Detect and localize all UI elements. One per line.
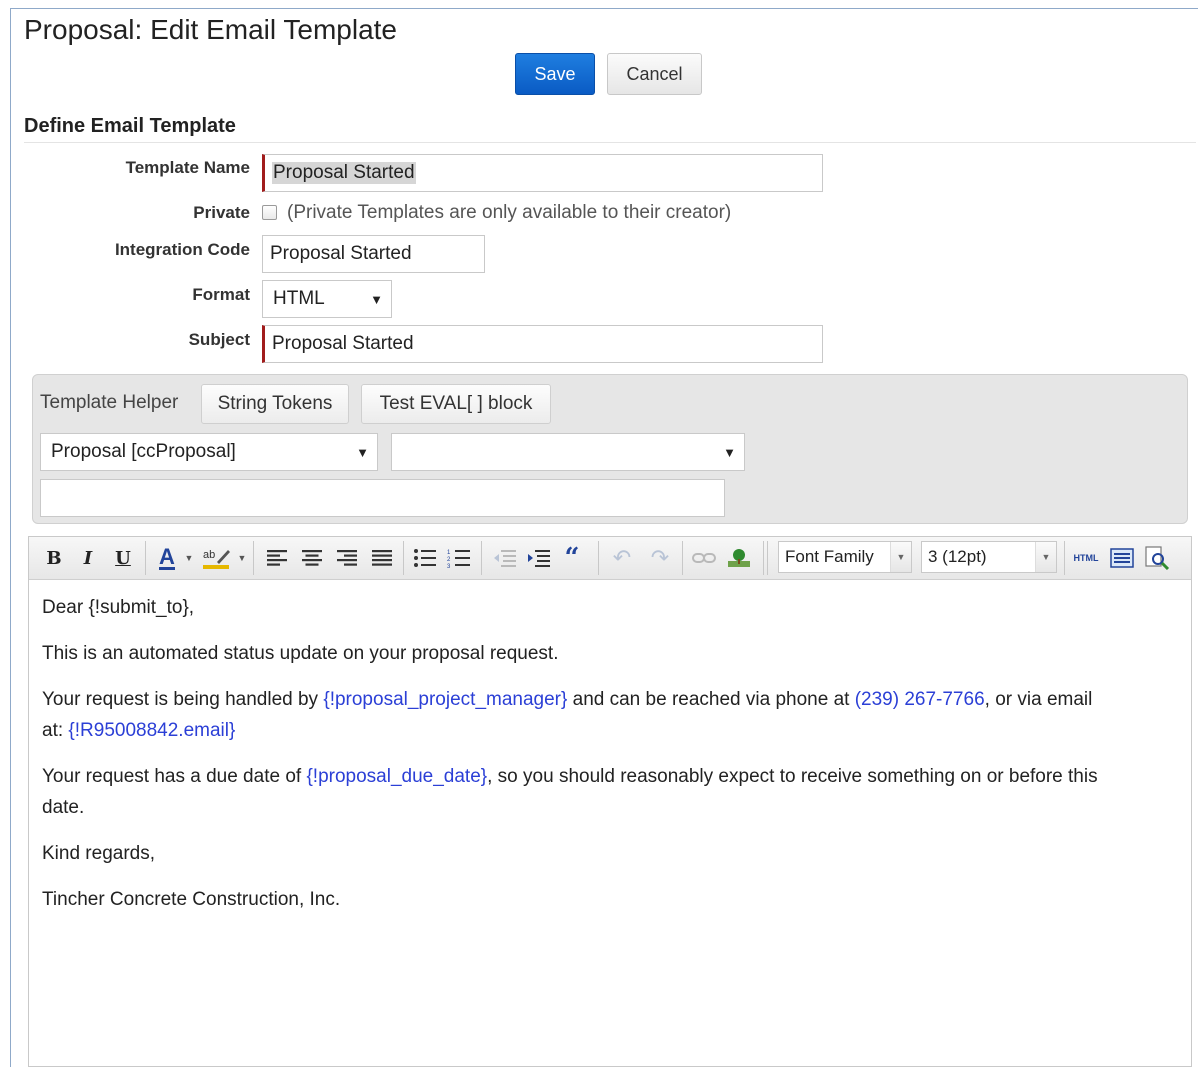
format-label: Format — [192, 285, 250, 304]
chevron-down-icon: ▼ — [356, 445, 369, 460]
token-output-input[interactable] — [40, 479, 725, 517]
section-divider — [24, 142, 1196, 143]
private-checkbox[interactable] — [262, 205, 277, 220]
numbered-list-icon[interactable]: 123 — [444, 543, 474, 573]
subject-label: Subject — [188, 330, 250, 349]
toolbar-separator — [403, 541, 404, 575]
redo-icon[interactable]: ↷ — [644, 543, 676, 573]
chevron-down-icon: ▼ — [1035, 542, 1056, 572]
cancel-button[interactable]: Cancel — [607, 53, 702, 95]
save-button[interactable]: Save — [515, 53, 595, 95]
template-name-input[interactable]: Proposal Started — [262, 154, 823, 192]
body-text-segment: Your request is being handled by — [42, 689, 324, 710]
chevron-down-icon: ▼ — [370, 292, 383, 307]
font-color-label: A — [159, 543, 175, 570]
undo-icon[interactable]: ↶ — [606, 543, 638, 573]
highlight-icon[interactable]: ab — [200, 543, 232, 573]
font-family-select[interactable]: Font Family ▼ — [778, 541, 912, 573]
toolbar-separator — [598, 541, 599, 575]
chevron-down-icon: ▼ — [723, 445, 736, 460]
align-left-icon[interactable] — [262, 543, 292, 573]
subject-input[interactable]: Proposal Started — [262, 325, 823, 363]
bold-icon[interactable]: B — [42, 543, 66, 573]
image-icon[interactable] — [724, 543, 754, 573]
token-project-manager: {!proposal_project_manager} — [323, 689, 568, 710]
test-eval-block-button[interactable]: Test EVAL[ ] block — [361, 384, 551, 424]
toolbar-separator — [1064, 541, 1065, 575]
italic-icon[interactable]: I — [76, 543, 100, 573]
string-tokens-button[interactable]: String Tokens — [201, 384, 349, 424]
blockquote-icon[interactable]: “ — [558, 543, 586, 573]
chevron-down-icon[interactable]: ▼ — [184, 543, 194, 573]
integration-code-value: Proposal Started — [270, 243, 412, 264]
format-value: HTML — [273, 288, 325, 309]
toolbar-separator — [253, 541, 254, 575]
template-name-label: Template Name — [125, 158, 250, 177]
font-size-value: 3 (12pt) — [928, 547, 987, 566]
svg-text:2: 2 — [447, 557, 451, 563]
preview-icon[interactable] — [1142, 543, 1172, 573]
token-due-date: {!proposal_due_date} — [306, 766, 488, 787]
template-helper-label: Template Helper — [40, 392, 179, 413]
integration-code-label: Integration Code — [114, 240, 250, 259]
body-text-segment: , so you should reasonably expect to rec… — [487, 766, 1098, 787]
chevron-down-icon: ▼ — [890, 542, 911, 572]
align-right-icon[interactable] — [332, 543, 362, 573]
body-line-email: at: {!R95008842.email} — [42, 715, 235, 746]
subject-value: Proposal Started — [272, 333, 414, 354]
outdent-icon[interactable] — [490, 543, 520, 573]
toolbar-separator — [682, 541, 683, 575]
phone-number: (239) 267-7766 — [854, 689, 985, 710]
font-family-value: Font Family — [785, 547, 874, 566]
align-center-icon[interactable] — [297, 543, 327, 573]
toolbar-separator — [145, 541, 146, 575]
format-select[interactable]: HTML ▼ — [262, 280, 392, 318]
align-justify-icon[interactable] — [367, 543, 397, 573]
svg-text:1: 1 — [447, 550, 451, 556]
body-line-regards: Kind regards, — [42, 843, 156, 864]
object-select-value: Proposal [ccProposal] — [51, 441, 236, 462]
section-title: Define Email Template — [24, 115, 236, 137]
chevron-down-icon[interactable]: ▼ — [236, 543, 248, 573]
body-text-segment: Your request has a due date of — [42, 766, 307, 787]
rich-text-editor[interactable] — [28, 536, 1192, 1067]
toolbar-separator — [763, 541, 764, 575]
body-text-segment: at: — [42, 720, 69, 741]
body-text-segment: and can be reached via phone at — [567, 689, 855, 710]
svg-text:3: 3 — [447, 564, 451, 568]
body-line-due-date: Your request has a due date of {!proposa… — [42, 761, 1098, 792]
template-name-value: Proposal Started — [272, 162, 416, 184]
fullscreen-icon[interactable] — [1108, 543, 1136, 573]
page-title: Proposal: Edit Email Template — [24, 14, 397, 45]
svg-text:ab: ab — [203, 549, 215, 561]
body-line-intro: This is an automated status update on yo… — [42, 643, 559, 664]
body-line-greeting: Dear {!submit_to}, — [42, 597, 195, 618]
body-line-handler: Your request is being handled by {!propo… — [42, 684, 1092, 715]
html-source-icon[interactable]: HTML — [1068, 543, 1104, 573]
body-text-segment: , or via email — [984, 689, 1093, 710]
body-line-signature: Tincher Concrete Construction, Inc. — [42, 889, 341, 910]
toolbar-separator — [481, 541, 482, 575]
toolbar-separator — [767, 541, 768, 575]
font-color-icon[interactable]: A — [152, 543, 182, 573]
private-note: (Private Templates are only available to… — [287, 202, 732, 223]
link-icon[interactable] — [688, 543, 720, 573]
object-select[interactable]: Proposal [ccProposal] ▼ — [40, 433, 378, 471]
bullet-list-icon[interactable] — [410, 543, 440, 573]
private-label: Private — [193, 203, 250, 222]
font-size-select[interactable]: 3 (12pt) ▼ — [921, 541, 1057, 573]
underline-icon[interactable]: U — [110, 543, 136, 573]
body-line-date: date. — [42, 797, 85, 818]
token-email: {!R95008842.email} — [68, 720, 236, 741]
indent-icon[interactable] — [524, 543, 554, 573]
integration-code-input[interactable]: Proposal Started — [262, 235, 485, 273]
field-select[interactable]: ▼ — [391, 433, 745, 471]
